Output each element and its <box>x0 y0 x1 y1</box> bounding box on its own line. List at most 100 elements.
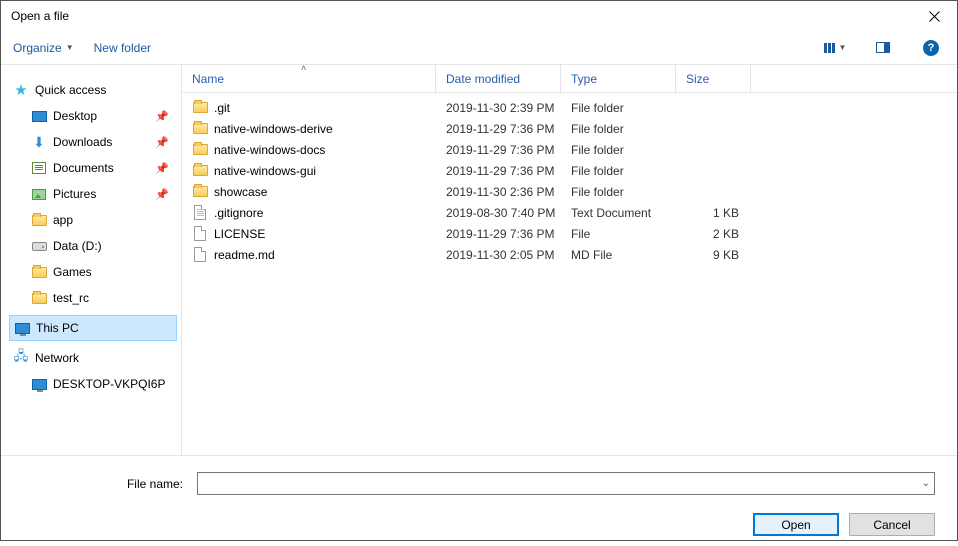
column-type[interactable]: Type <box>561 65 676 92</box>
file-name-cell: showcase <box>182 184 436 200</box>
file-name-cell: readme.md <box>182 247 436 263</box>
sidebar-item[interactable]: DESKTOP-VKPQI6P <box>9 371 177 397</box>
file-type: File folder <box>561 101 676 115</box>
sidebar-item-label: Pictures <box>53 187 96 201</box>
folder-icon <box>192 121 208 137</box>
window-title: Open a file <box>11 9 912 23</box>
file-row[interactable]: readme.md 2019-11-30 2:05 PM MD File 9 K… <box>182 244 957 265</box>
sidebar-item-label: Games <box>53 265 92 279</box>
file-date: 2019-11-29 7:36 PM <box>436 227 561 241</box>
folder-icon <box>192 100 208 116</box>
column-size[interactable]: Size <box>676 65 751 92</box>
file-type: File folder <box>561 143 676 157</box>
file-row[interactable]: native-windows-derive 2019-11-29 7:36 PM… <box>182 118 957 139</box>
file-date: 2019-11-29 7:36 PM <box>436 122 561 136</box>
sidebar-network[interactable]: 🖧 Network <box>9 345 177 371</box>
sidebar-label: Quick access <box>35 83 106 97</box>
cancel-button[interactable]: Cancel <box>849 513 935 536</box>
new-folder-button[interactable]: New folder <box>94 41 151 55</box>
chevron-down-icon: ⌄ <box>922 478 930 489</box>
network-icon: 🖧 <box>13 350 29 366</box>
folder-icon <box>192 163 208 179</box>
filename-input[interactable]: ⌄ <box>197 472 935 495</box>
sidebar-item-label: app <box>53 213 73 227</box>
file-type: File folder <box>561 164 676 178</box>
file-name-cell: .git <box>182 100 436 116</box>
file-icon <box>192 226 208 242</box>
view-options-button[interactable]: ▼ <box>821 36 849 60</box>
filename-label: File name: <box>15 477 191 491</box>
folder-icon <box>31 290 47 306</box>
help-icon: ? <box>923 40 939 56</box>
preview-pane-icon <box>876 42 890 53</box>
documents-icon <box>31 160 47 176</box>
drive-icon <box>31 238 47 254</box>
file-row[interactable]: native-windows-docs 2019-11-29 7:36 PM F… <box>182 139 957 160</box>
file-row[interactable]: .gitignore 2019-08-30 7:40 PM Text Docum… <box>182 202 957 223</box>
desktop-icon <box>31 108 47 124</box>
file-name-cell: .gitignore <box>182 205 436 221</box>
sidebar-item[interactable]: Desktop 📌 <box>9 103 177 129</box>
file-row[interactable]: showcase 2019-11-30 2:36 PM File folder <box>182 181 957 202</box>
sidebar-item-label: Data (D:) <box>53 239 102 253</box>
title-bar: Open a file <box>1 1 957 31</box>
sidebar-item[interactable]: ⬇ Downloads 📌 <box>9 129 177 155</box>
folder-icon <box>31 264 47 280</box>
file-date: 2019-08-30 7:40 PM <box>436 206 561 220</box>
column-headers: Name Date modified Type Size <box>182 65 957 93</box>
folder-icon <box>192 184 208 200</box>
file-date: 2019-11-30 2:36 PM <box>436 185 561 199</box>
sidebar-label: This PC <box>36 321 79 335</box>
file-size: 9 KB <box>676 248 751 262</box>
pin-icon: 📌 <box>155 136 169 149</box>
organize-label: Organize <box>13 41 62 55</box>
column-date[interactable]: Date modified <box>436 65 561 92</box>
file-name: .gitignore <box>214 206 263 220</box>
text-file-icon <box>192 205 208 221</box>
file-row[interactable]: native-windows-gui 2019-11-29 7:36 PM Fi… <box>182 160 957 181</box>
sidebar-item[interactable]: app <box>9 207 177 233</box>
pin-icon: 📌 <box>155 110 169 123</box>
file-name-cell: native-windows-docs <box>182 142 436 158</box>
file-date: 2019-11-29 7:36 PM <box>436 164 561 178</box>
pc-icon <box>14 320 30 336</box>
preview-pane-button[interactable] <box>869 36 897 60</box>
file-name-cell: native-windows-derive <box>182 121 436 137</box>
file-row[interactable]: .git 2019-11-30 2:39 PM File folder <box>182 97 957 118</box>
bottom-panel: File name: ⌄ Open Cancel <box>1 455 957 546</box>
sidebar-quick-access[interactable]: ★ Quick access <box>9 77 177 103</box>
file-row[interactable]: LICENSE 2019-11-29 7:36 PM File 2 KB <box>182 223 957 244</box>
open-button[interactable]: Open <box>753 513 839 536</box>
sidebar-item-label: DESKTOP-VKPQI6P <box>53 377 165 391</box>
view-icon <box>824 43 835 53</box>
sidebar-item[interactable]: test_rc <box>9 285 177 311</box>
sidebar-this-pc[interactable]: This PC <box>9 315 177 341</box>
file-name: LICENSE <box>214 227 265 241</box>
file-list: Name Date modified Type Size ˄ .git 2019… <box>181 65 957 455</box>
help-button[interactable]: ? <box>917 36 945 60</box>
pictures-icon <box>31 186 47 202</box>
sidebar-item[interactable]: Games <box>9 259 177 285</box>
main-area: ★ Quick access Desktop 📌 ⬇ Downloads 📌 D… <box>1 65 957 455</box>
sidebar-item[interactable]: Documents 📌 <box>9 155 177 181</box>
column-name[interactable]: Name <box>182 65 436 92</box>
file-type: Text Document <box>561 206 676 220</box>
file-size: 2 KB <box>676 227 751 241</box>
sidebar-item[interactable]: Pictures 📌 <box>9 181 177 207</box>
chevron-down-icon: ▼ <box>66 43 74 52</box>
file-type: File <box>561 227 676 241</box>
organize-button[interactable]: Organize ▼ <box>13 41 74 55</box>
download-icon: ⬇ <box>31 134 47 150</box>
dialog-buttons: Open Cancel <box>15 513 943 536</box>
sidebar-item[interactable]: Data (D:) <box>9 233 177 259</box>
close-icon <box>929 11 940 22</box>
file-name: native-windows-docs <box>214 143 325 157</box>
file-type: File folder <box>561 122 676 136</box>
file-name-cell: LICENSE <box>182 226 436 242</box>
close-button[interactable] <box>912 1 957 31</box>
folder-icon <box>192 142 208 158</box>
pin-icon: 📌 <box>155 162 169 175</box>
sidebar-item-label: test_rc <box>53 291 89 305</box>
file-size: 1 KB <box>676 206 751 220</box>
filename-row: File name: ⌄ <box>15 472 943 495</box>
